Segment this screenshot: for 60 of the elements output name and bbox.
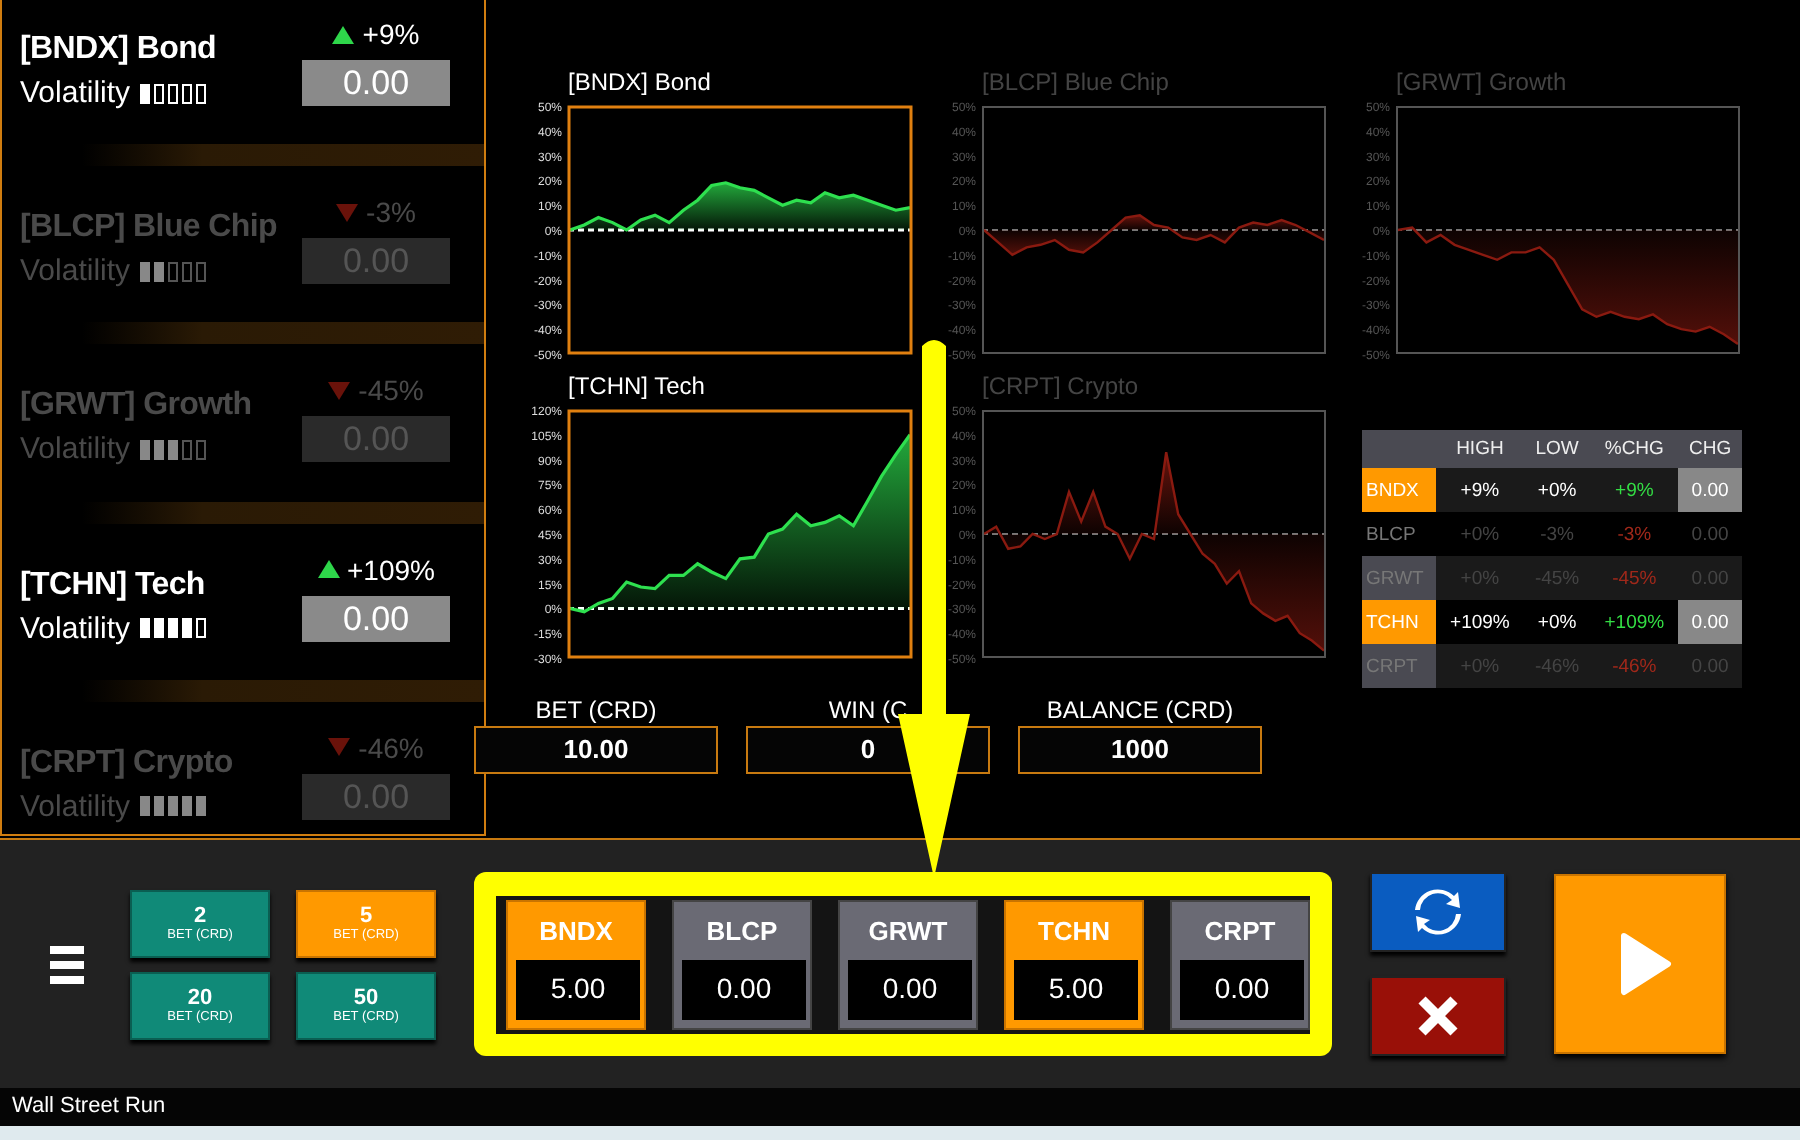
column-header: CHG [1678,430,1742,468]
table-cell: 0.00 [1678,600,1742,644]
menu-icon[interactable] [50,945,84,983]
asset-bet-button[interactable]: CRPT 0.00 [1170,900,1310,1030]
volatility-label: Volatility [20,432,131,467]
asset-name: [GRWT] Growth [20,388,252,425]
chart-title: [BNDX] Bond [568,68,713,96]
chart-title: [GRWT] Growth [1396,68,1569,96]
table-cell: -45% [1590,556,1679,600]
asset-name: [BLCP] Blue Chip [20,210,278,247]
table-cell: +109% [1590,600,1679,644]
asset-name: [BNDX] Bond [20,32,217,68]
volatility-label: Volatility [20,611,131,646]
table-cell: -3% [1590,512,1679,556]
row-code: TCHN [1362,600,1436,644]
table-cell: 0.00 [1678,512,1742,556]
column-header: LOW [1523,430,1591,468]
table-cell: +0% [1523,600,1591,644]
asset-name: [CRPT] Crypto [20,745,233,782]
row-code: BNDX [1362,468,1436,512]
value-field: 0.00 [302,595,450,642]
column-header: HIGH [1436,430,1524,468]
chart-title: [TCHN] Tech [568,372,707,400]
table-cell: +9% [1436,468,1524,512]
chart-title: [BLCP] Blue Chip [982,68,1171,96]
change-value: +9% [362,18,420,50]
volatility-label: Volatility [20,789,131,824]
value-field: 0.00 [302,60,450,106]
asset-bet-button[interactable]: GRWT 0.00 [838,900,978,1030]
refresh-button[interactable] [1370,872,1506,952]
change-value: -45% [358,374,424,407]
close-icon [1416,994,1460,1038]
column-header: %CHG [1590,430,1679,468]
table-cell: +109% [1436,600,1524,644]
table-cell: +9% [1590,468,1679,512]
readout-label: BET (CRD) [535,696,657,726]
asset-bet-button[interactable]: BLCP 0.00 [672,900,812,1030]
row-code: BLCP [1362,512,1436,556]
change-value: +109% [347,553,435,586]
asset-bet-button[interactable]: TCHN 5.00 [1004,900,1144,1030]
volatility-label: Volatility [20,254,131,289]
readout-field: 1000 [1018,726,1262,774]
play-button[interactable] [1554,874,1726,1054]
play-icon [1620,932,1672,996]
status-bar-title: Wall Street Run [0,1088,1800,1126]
chart-title: [CRPT] Crypto [982,372,1141,400]
table-cell: 0.00 [1678,468,1742,512]
change-value: -3% [366,196,416,229]
change-value: -46% [358,731,424,764]
readout-label: BALANCE (CRD) [1046,696,1234,726]
asset-bet-button[interactable]: BNDX 5.00 [506,900,646,1030]
table-cell: +0% [1436,512,1524,556]
readout-field: 10.00 [474,726,718,774]
asset-name: [TCHN] Tech [20,567,207,604]
clear-button[interactable] [1370,976,1506,1056]
table-cell: -3% [1523,512,1591,556]
table-cell: -46% [1590,644,1679,688]
table-cell: +0% [1523,468,1591,512]
refresh-icon [1412,886,1464,938]
volatility-label: Volatility [20,76,131,110]
